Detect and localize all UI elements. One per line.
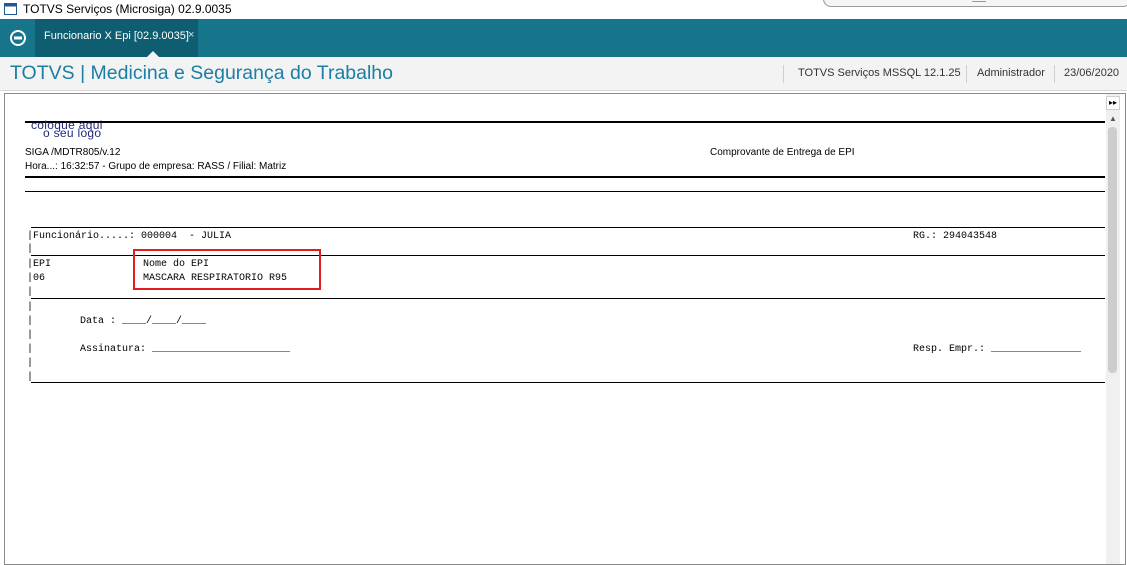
window-title: TOTVS Serviços (Microsiga) 02.9.0035 — [23, 2, 232, 16]
window-pull-tab[interactable] — [823, 0, 1127, 7]
divider — [31, 382, 1105, 383]
user-label: Administrador — [977, 67, 1045, 79]
grip-icon — [972, 0, 986, 2]
double-chevron-right-icon[interactable]: ▸▸ — [1106, 96, 1120, 110]
report-program: SIGA /MDTR805/v.12 — [25, 147, 121, 158]
totvs-home-icon[interactable] — [9, 29, 27, 47]
separator — [966, 65, 967, 83]
table-border: | — [27, 330, 34, 341]
highlight-annotation-box — [133, 249, 321, 290]
responsible-line: Resp. Empr.: _______________ — [913, 344, 1082, 355]
signature-line: Assinatura: _______________________ — [80, 344, 291, 355]
separator — [783, 65, 784, 83]
table-border: | — [27, 358, 34, 369]
module-title: TOTVS | Medicina e Segurança do Trabalho — [10, 62, 394, 84]
company-logo-placeholder: coloque aqui o seu logo — [31, 119, 141, 143]
epi-row-code: |06 — [27, 273, 46, 284]
environment-label: TOTVS Serviços MSSQL 12.1.25 — [798, 67, 961, 79]
scrollbar-thumb[interactable] — [1108, 127, 1117, 373]
report-page: coloque aqui o seu logo SIGA /MDTR805/v.… — [5, 94, 1105, 564]
report-preview-frame: coloque aqui o seu logo SIGA /MDTR805/v.… — [4, 93, 1126, 565]
table-border: | — [27, 344, 34, 355]
tab-bar: Funcionario X Epi [02.9.0035] × — [0, 19, 1127, 57]
employee-line: |Funcionário.....: 000004 - JULIA — [27, 231, 232, 242]
triangle-up-icon[interactable]: ▲ — [1109, 114, 1117, 123]
close-icon[interactable]: × — [188, 29, 194, 41]
divider — [25, 121, 1105, 123]
epi-header-code: |EPI — [27, 259, 52, 270]
date-field-line: Data : ____/____/____ — [80, 316, 207, 327]
divider — [25, 191, 1105, 192]
rg-line: RG.: 294043548 — [913, 231, 998, 242]
table-border: | — [27, 244, 34, 255]
module-header: TOTVS | Medicina e Segurança do Trabalho… — [0, 57, 1127, 91]
vertical-scrollbar[interactable]: ▸▸ ▲ — [1106, 94, 1120, 564]
logo-line-2: o seu logo — [43, 126, 102, 140]
tab-label: Funcionario X Epi [02.9.0035] — [44, 30, 189, 42]
tab-funcionario-x-epi[interactable]: Funcionario X Epi [02.9.0035] × — [35, 19, 198, 57]
window-icon — [4, 3, 17, 15]
table-border: | — [27, 316, 34, 327]
divider — [31, 227, 1105, 228]
table-border: | — [27, 302, 34, 313]
table-border: | — [27, 287, 34, 298]
separator — [1054, 65, 1055, 83]
report-document-title: Comprovante de Entrega de EPI — [710, 147, 855, 158]
report-time-line: Hora...: 16:32:57 - Grupo de empresa: RA… — [25, 161, 287, 172]
divider — [25, 176, 1105, 178]
window-titlebar: TOTVS Serviços (Microsiga) 02.9.0035 — [0, 0, 1127, 19]
divider — [31, 298, 1105, 299]
date-label: 23/06/2020 — [1064, 67, 1120, 79]
